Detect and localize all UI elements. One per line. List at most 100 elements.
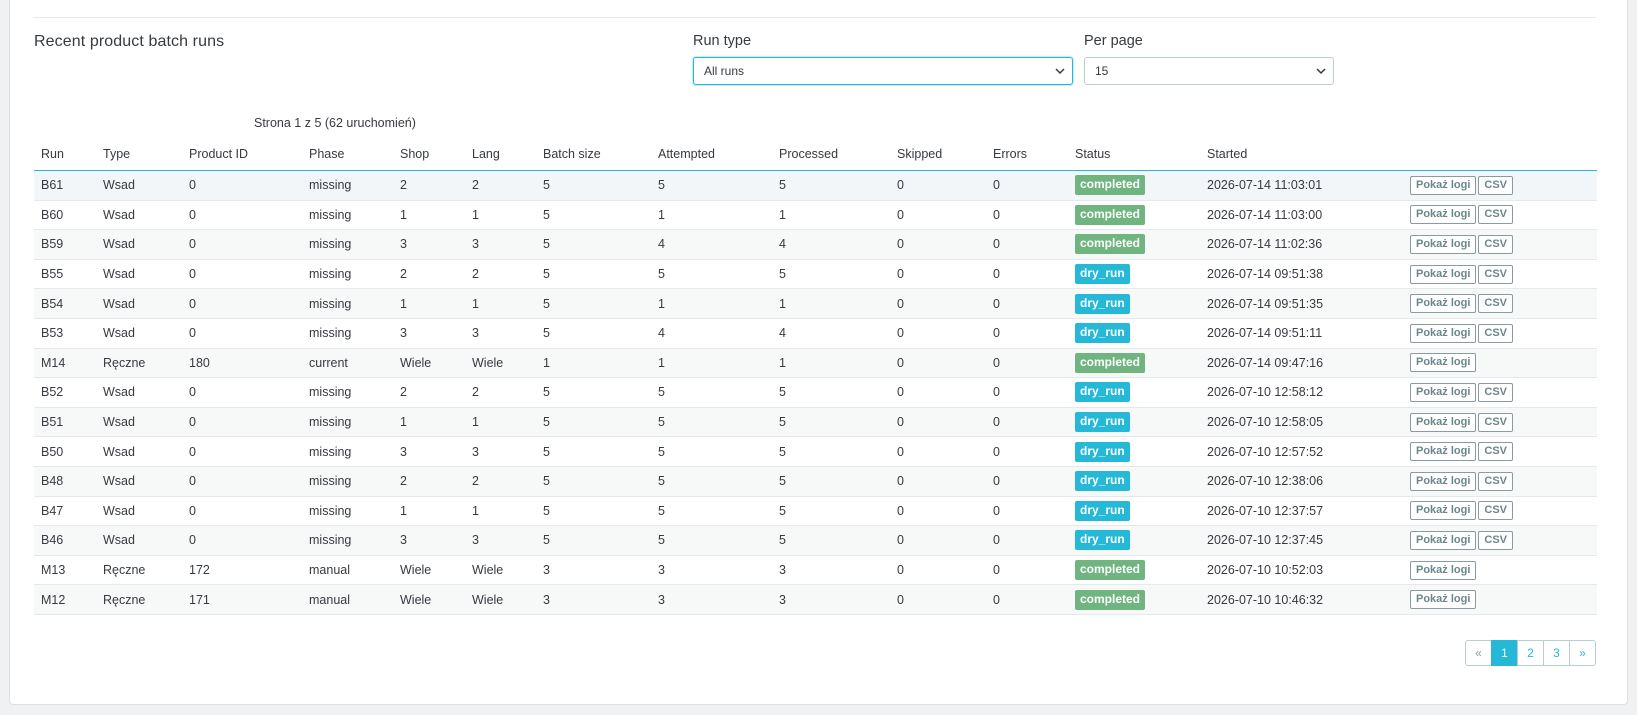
cell-processed: 5: [772, 496, 890, 527]
cell-type: Wsad: [96, 407, 182, 438]
show-logs-button[interactable]: Pokaż logi: [1410, 442, 1477, 462]
cell-phase: missing: [302, 436, 393, 467]
cell-skipped: 0: [890, 200, 986, 231]
csv-button[interactable]: CSV: [1478, 471, 1514, 491]
cell-shop: 1: [393, 407, 465, 438]
table-row: B54 Wsad 0 missing 1 1 5 1 1 0 0 dry_run 2026-07-14 …: [34, 288, 1597, 319]
csv-button[interactable]: CSV: [1478, 205, 1514, 225]
show-logs-button[interactable]: Pokaż logi: [1410, 412, 1477, 432]
cell-phase: missing: [302, 407, 393, 438]
per-page-select[interactable]: 15: [1084, 57, 1334, 85]
cell-phase: missing: [302, 377, 393, 408]
show-logs-button[interactable]: Pokaż logi: [1410, 234, 1477, 254]
cell-phase: missing: [302, 466, 393, 497]
actions-cell: Pokaż logi CSV: [1403, 259, 1597, 290]
show-logs-button[interactable]: Pokaż logi: [1410, 323, 1477, 343]
cell-attempted: 4: [651, 318, 772, 349]
status-badge: dry_run: [1075, 441, 1130, 462]
pager-next[interactable]: »: [1569, 640, 1596, 666]
cell-processed: 4: [772, 318, 890, 349]
csv-button[interactable]: CSV: [1478, 264, 1514, 284]
pager-page-3[interactable]: 3: [1543, 640, 1570, 666]
cell-type: Ręczne: [96, 584, 182, 615]
show-logs-button[interactable]: Pokaż logi: [1410, 382, 1477, 402]
show-logs-button[interactable]: Pokaż logi: [1410, 353, 1477, 373]
status-cell: dry_run: [1068, 259, 1200, 290]
column-header-processed: Processed: [772, 137, 890, 171]
pager-page-1[interactable]: 1: [1491, 640, 1518, 666]
csv-button[interactable]: CSV: [1478, 442, 1514, 462]
status-cell: dry_run: [1068, 436, 1200, 467]
cell-started: 2026-07-10 12:37:57: [1200, 496, 1403, 527]
cell-attempted: 1: [651, 348, 772, 379]
cell-errors: 0: [986, 318, 1068, 349]
cell-type: Wsad: [96, 377, 182, 408]
cell-processed: 3: [772, 584, 890, 615]
csv-button[interactable]: CSV: [1478, 382, 1514, 402]
cell-product-id: 0: [182, 496, 302, 527]
table-row: M12 Ręczne 171 manual Wiele Wiele 3 3 3 0 0 complet…: [34, 584, 1597, 615]
show-logs-button[interactable]: Pokaż logi: [1410, 501, 1477, 521]
cell-batch-size: 5: [536, 200, 651, 231]
csv-button[interactable]: CSV: [1478, 234, 1514, 254]
cell-started: 2026-07-14 09:51:38: [1200, 259, 1403, 290]
show-logs-button[interactable]: Pokaż logi: [1410, 294, 1477, 314]
cell-batch-size: 5: [536, 466, 651, 497]
cell-lang: 3: [465, 229, 536, 260]
cell-shop: 3: [393, 436, 465, 467]
cell-skipped: 0: [890, 259, 986, 290]
csv-button[interactable]: CSV: [1478, 175, 1514, 195]
pager-page-2[interactable]: 2: [1517, 640, 1544, 666]
cell-started: 2026-07-10 12:58:12: [1200, 377, 1403, 408]
cell-type: Wsad: [96, 229, 182, 260]
cell-errors: 0: [986, 229, 1068, 260]
cell-started: 2026-07-14 09:47:16: [1200, 348, 1403, 379]
cell-attempted: 3: [651, 584, 772, 615]
table-row: B55 Wsad 0 missing 2 2 5 5 5 0 0 dry_run 2026-07-14 …: [34, 259, 1597, 290]
column-header-skipped: Skipped: [890, 137, 986, 171]
cell-attempted: 5: [651, 377, 772, 408]
cell-run: B55: [34, 259, 96, 290]
table-row: B60 Wsad 0 missing 1 1 5 1 1 0 0 completed 2026-07-1…: [34, 200, 1597, 231]
per-page-value: 15: [1095, 64, 1109, 78]
csv-button[interactable]: CSV: [1478, 412, 1514, 432]
actions-cell: Pokaż logi CSV: [1403, 436, 1597, 467]
pager-prev[interactable]: «: [1465, 640, 1492, 666]
csv-button[interactable]: CSV: [1478, 323, 1514, 343]
cell-skipped: 0: [890, 555, 986, 586]
run-type-select[interactable]: All runs: [693, 57, 1073, 85]
cell-run: B59: [34, 229, 96, 260]
csv-button[interactable]: CSV: [1478, 501, 1514, 521]
show-logs-button[interactable]: Pokaż logi: [1410, 175, 1477, 195]
run-type-label: Run type: [693, 33, 752, 49]
cell-product-id: 0: [182, 407, 302, 438]
cell-skipped: 0: [890, 525, 986, 556]
show-logs-button[interactable]: Pokaż logi: [1410, 471, 1477, 491]
cell-skipped: 0: [890, 377, 986, 408]
show-logs-button[interactable]: Pokaż logi: [1410, 560, 1477, 580]
cell-attempted: 5: [651, 466, 772, 497]
cell-skipped: 0: [890, 318, 986, 349]
show-logs-button[interactable]: Pokaż logi: [1410, 590, 1477, 610]
status-cell: completed: [1068, 229, 1200, 260]
cell-product-id: 0: [182, 436, 302, 467]
cell-skipped: 0: [890, 170, 986, 201]
cell-type: Wsad: [96, 288, 182, 319]
csv-button[interactable]: CSV: [1478, 530, 1514, 550]
status-badge: completed: [1075, 204, 1146, 225]
cell-started: 2026-07-14 09:51:35: [1200, 288, 1403, 319]
status-cell: dry_run: [1068, 496, 1200, 527]
cell-processed: 5: [772, 377, 890, 408]
actions-cell: Pokaż logi: [1403, 584, 1597, 615]
show-logs-button[interactable]: Pokaż logi: [1410, 264, 1477, 284]
cell-attempted: 1: [651, 288, 772, 319]
cell-errors: 0: [986, 496, 1068, 527]
csv-button[interactable]: CSV: [1478, 294, 1514, 314]
cell-phase: current: [302, 348, 393, 379]
show-logs-button[interactable]: Pokaż logi: [1410, 205, 1477, 225]
status-badge: dry_run: [1075, 264, 1130, 285]
cell-run: M14: [34, 348, 96, 379]
cell-started: 2026-07-10 12:57:52: [1200, 436, 1403, 467]
show-logs-button[interactable]: Pokaż logi: [1410, 530, 1477, 550]
cell-run: B52: [34, 377, 96, 408]
